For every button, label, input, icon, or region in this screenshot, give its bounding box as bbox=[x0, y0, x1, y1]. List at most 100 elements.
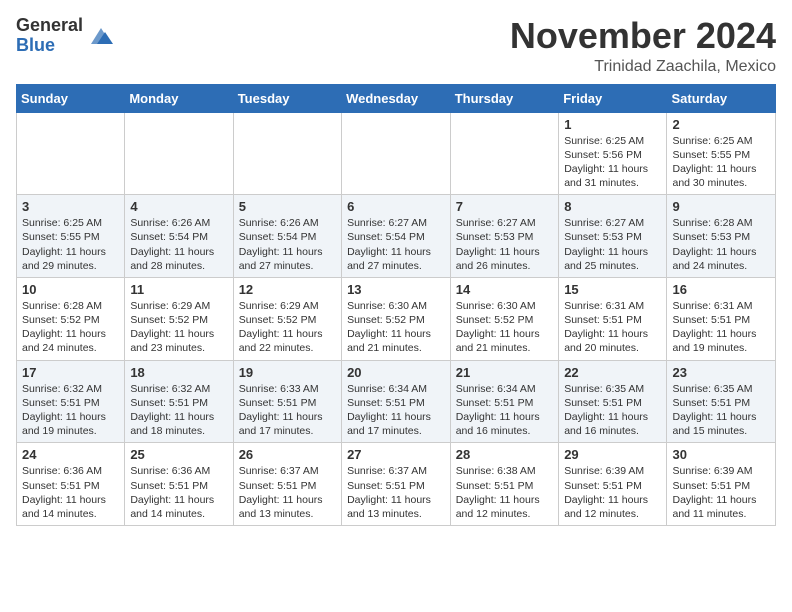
day-info: Sunrise: 6:25 AMSunset: 5:55 PMDaylight:… bbox=[22, 216, 119, 273]
calendar-cell: 9 Sunrise: 6:28 AMSunset: 5:53 PMDaylight… bbox=[667, 195, 776, 278]
day-info: Sunrise: 6:28 AMSunset: 5:52 PMDaylight:… bbox=[22, 299, 119, 356]
calendar-cell: 16Sunrise: 6:31 AMSunset: 5:51 PMDayligh… bbox=[667, 277, 776, 360]
day-info: Sunrise: 6:37 AMSunset: 5:51 PMDaylight:… bbox=[239, 464, 336, 521]
calendar-cell bbox=[450, 112, 558, 195]
day-number: 4 bbox=[130, 199, 227, 214]
day-number: 2 bbox=[672, 117, 770, 132]
calendar-week-row: 24 Sunrise: 6:36 AMSunset: 5:51 PMDayligh… bbox=[17, 443, 776, 526]
day-info: Sunrise: 6:37 AMSunset: 5:51 PMDaylight:… bbox=[347, 464, 445, 521]
day-number: 1 bbox=[564, 117, 661, 132]
day-number: 23 bbox=[672, 365, 770, 380]
calendar-cell: 20Sunrise: 6:34 AMSunset: 5:51 PMDayligh… bbox=[342, 360, 451, 443]
day-number: 21 bbox=[456, 365, 553, 380]
calendar-week-row: 3Sunrise: 6:25 AMSunset: 5:55 PMDaylight… bbox=[17, 195, 776, 278]
day-number: 22 bbox=[564, 365, 661, 380]
day-info: Sunrise: 6:32 AMSunset: 5:51 PMDaylight:… bbox=[22, 382, 119, 439]
day-info: Sunrise: 6:30 AMSunset: 5:52 PMDaylight:… bbox=[456, 299, 553, 356]
day-number: 10 bbox=[22, 282, 119, 297]
day-number: 13 bbox=[347, 282, 445, 297]
day-info: Sunrise: 6:27 AMSunset: 5:53 PMDaylight:… bbox=[456, 216, 553, 273]
day-info: Sunrise: 6:38 AMSunset: 5:51 PMDaylight:… bbox=[456, 464, 553, 521]
day-number: 12 bbox=[239, 282, 336, 297]
day-number: 5 bbox=[239, 199, 336, 214]
calendar-cell: 26 Sunrise: 6:37 AMSunset: 5:51 PMDayligh… bbox=[233, 443, 341, 526]
calendar-cell: 11 Sunrise: 6:29 AMSunset: 5:52 PMDayligh… bbox=[125, 277, 233, 360]
calendar-cell: 10 Sunrise: 6:28 AMSunset: 5:52 PMDayligh… bbox=[17, 277, 125, 360]
calendar-cell: 18 Sunrise: 6:32 AMSunset: 5:51 PMDayligh… bbox=[125, 360, 233, 443]
title-area: November 2024 Trinidad Zaachila, Mexico bbox=[510, 16, 776, 76]
calendar-table: SundayMondayTuesdayWednesdayThursdayFrid… bbox=[16, 84, 776, 526]
logo-icon bbox=[87, 22, 115, 50]
day-info: Sunrise: 6:35 AMSunset: 5:51 PMDaylight:… bbox=[672, 382, 770, 439]
day-number: 20 bbox=[347, 365, 445, 380]
day-info: Sunrise: 6:29 AMSunset: 5:52 PMDaylight:… bbox=[130, 299, 227, 356]
day-number: 6 bbox=[347, 199, 445, 214]
day-number: 16 bbox=[672, 282, 770, 297]
calendar-cell: 3Sunrise: 6:25 AMSunset: 5:55 PMDaylight… bbox=[17, 195, 125, 278]
day-number: 14 bbox=[456, 282, 553, 297]
weekday-header: Tuesday bbox=[233, 84, 341, 112]
calendar-cell: 2 Sunrise: 6:25 AMSunset: 5:55 PMDaylight… bbox=[667, 112, 776, 195]
logo-blue-text: Blue bbox=[16, 36, 83, 56]
day-info: Sunrise: 6:27 AMSunset: 5:54 PMDaylight:… bbox=[347, 216, 445, 273]
day-number: 29 bbox=[564, 447, 661, 462]
day-number: 8 bbox=[564, 199, 661, 214]
calendar-cell: 28Sunrise: 6:38 AMSunset: 5:51 PMDayligh… bbox=[450, 443, 558, 526]
calendar-cell: 5 Sunrise: 6:26 AMSunset: 5:54 PMDaylight… bbox=[233, 195, 341, 278]
day-number: 26 bbox=[239, 447, 336, 462]
day-info: Sunrise: 6:26 AMSunset: 5:54 PMDaylight:… bbox=[239, 216, 336, 273]
day-info: Sunrise: 6:33 AMSunset: 5:51 PMDaylight:… bbox=[239, 382, 336, 439]
weekday-header: Sunday bbox=[17, 84, 125, 112]
day-number: 19 bbox=[239, 365, 336, 380]
logo: General Blue bbox=[16, 16, 115, 56]
calendar-cell: 12 Sunrise: 6:29 AMSunset: 5:52 PMDayligh… bbox=[233, 277, 341, 360]
day-number: 9 bbox=[672, 199, 770, 214]
weekday-header: Saturday bbox=[667, 84, 776, 112]
calendar-week-row: 10 Sunrise: 6:28 AMSunset: 5:52 PMDayligh… bbox=[17, 277, 776, 360]
weekday-header: Thursday bbox=[450, 84, 558, 112]
day-info: Sunrise: 6:30 AMSunset: 5:52 PMDaylight:… bbox=[347, 299, 445, 356]
day-number: 18 bbox=[130, 365, 227, 380]
weekday-header: Monday bbox=[125, 84, 233, 112]
calendar-cell bbox=[233, 112, 341, 195]
calendar-cell: 8 Sunrise: 6:27 AMSunset: 5:53 PMDaylight… bbox=[559, 195, 667, 278]
day-info: Sunrise: 6:28 AMSunset: 5:53 PMDaylight:… bbox=[672, 216, 770, 273]
weekday-header: Friday bbox=[559, 84, 667, 112]
calendar-cell: 29 Sunrise: 6:39 AMSunset: 5:51 PMDayligh… bbox=[559, 443, 667, 526]
day-info: Sunrise: 6:25 AMSunset: 5:55 PMDaylight:… bbox=[672, 134, 770, 191]
day-info: Sunrise: 6:36 AMSunset: 5:51 PMDaylight:… bbox=[22, 464, 119, 521]
calendar-cell bbox=[342, 112, 451, 195]
day-info: Sunrise: 6:32 AMSunset: 5:51 PMDaylight:… bbox=[130, 382, 227, 439]
logo-general-text: General bbox=[16, 16, 83, 36]
calendar-week-row: 1Sunrise: 6:25 AMSunset: 5:56 PMDaylight… bbox=[17, 112, 776, 195]
calendar-cell: 23 Sunrise: 6:35 AMSunset: 5:51 PMDayligh… bbox=[667, 360, 776, 443]
calendar-cell: 15 Sunrise: 6:31 AMSunset: 5:51 PMDayligh… bbox=[559, 277, 667, 360]
location-subtitle: Trinidad Zaachila, Mexico bbox=[510, 58, 776, 76]
day-info: Sunrise: 6:27 AMSunset: 5:53 PMDaylight:… bbox=[564, 216, 661, 273]
day-info: Sunrise: 6:26 AMSunset: 5:54 PMDaylight:… bbox=[130, 216, 227, 273]
day-info: Sunrise: 6:29 AMSunset: 5:52 PMDaylight:… bbox=[239, 299, 336, 356]
calendar-cell: 19 Sunrise: 6:33 AMSunset: 5:51 PMDayligh… bbox=[233, 360, 341, 443]
calendar-cell: 27 Sunrise: 6:37 AMSunset: 5:51 PMDayligh… bbox=[342, 443, 451, 526]
calendar-cell: 24 Sunrise: 6:36 AMSunset: 5:51 PMDayligh… bbox=[17, 443, 125, 526]
day-number: 25 bbox=[130, 447, 227, 462]
day-number: 30 bbox=[672, 447, 770, 462]
day-info: Sunrise: 6:31 AMSunset: 5:51 PMDaylight:… bbox=[564, 299, 661, 356]
calendar-cell bbox=[125, 112, 233, 195]
day-info: Sunrise: 6:35 AMSunset: 5:51 PMDaylight:… bbox=[564, 382, 661, 439]
calendar-cell: 14 Sunrise: 6:30 AMSunset: 5:52 PMDayligh… bbox=[450, 277, 558, 360]
calendar-cell: 22 Sunrise: 6:35 AMSunset: 5:51 PMDayligh… bbox=[559, 360, 667, 443]
month-title: November 2024 bbox=[510, 16, 776, 56]
day-number: 27 bbox=[347, 447, 445, 462]
day-info: Sunrise: 6:39 AMSunset: 5:51 PMDaylight:… bbox=[672, 464, 770, 521]
day-info: Sunrise: 6:34 AMSunset: 5:51 PMDaylight:… bbox=[456, 382, 553, 439]
day-info: Sunrise: 6:39 AMSunset: 5:51 PMDaylight:… bbox=[564, 464, 661, 521]
calendar-cell: 6 Sunrise: 6:27 AMSunset: 5:54 PMDaylight… bbox=[342, 195, 451, 278]
day-info: Sunrise: 6:36 AMSunset: 5:51 PMDaylight:… bbox=[130, 464, 227, 521]
calendar-cell: 21 Sunrise: 6:34 AMSunset: 5:51 PMDayligh… bbox=[450, 360, 558, 443]
day-number: 24 bbox=[22, 447, 119, 462]
day-number: 11 bbox=[130, 282, 227, 297]
day-number: 15 bbox=[564, 282, 661, 297]
calendar-cell: 25 Sunrise: 6:36 AMSunset: 5:51 PMDayligh… bbox=[125, 443, 233, 526]
calendar-cell bbox=[17, 112, 125, 195]
